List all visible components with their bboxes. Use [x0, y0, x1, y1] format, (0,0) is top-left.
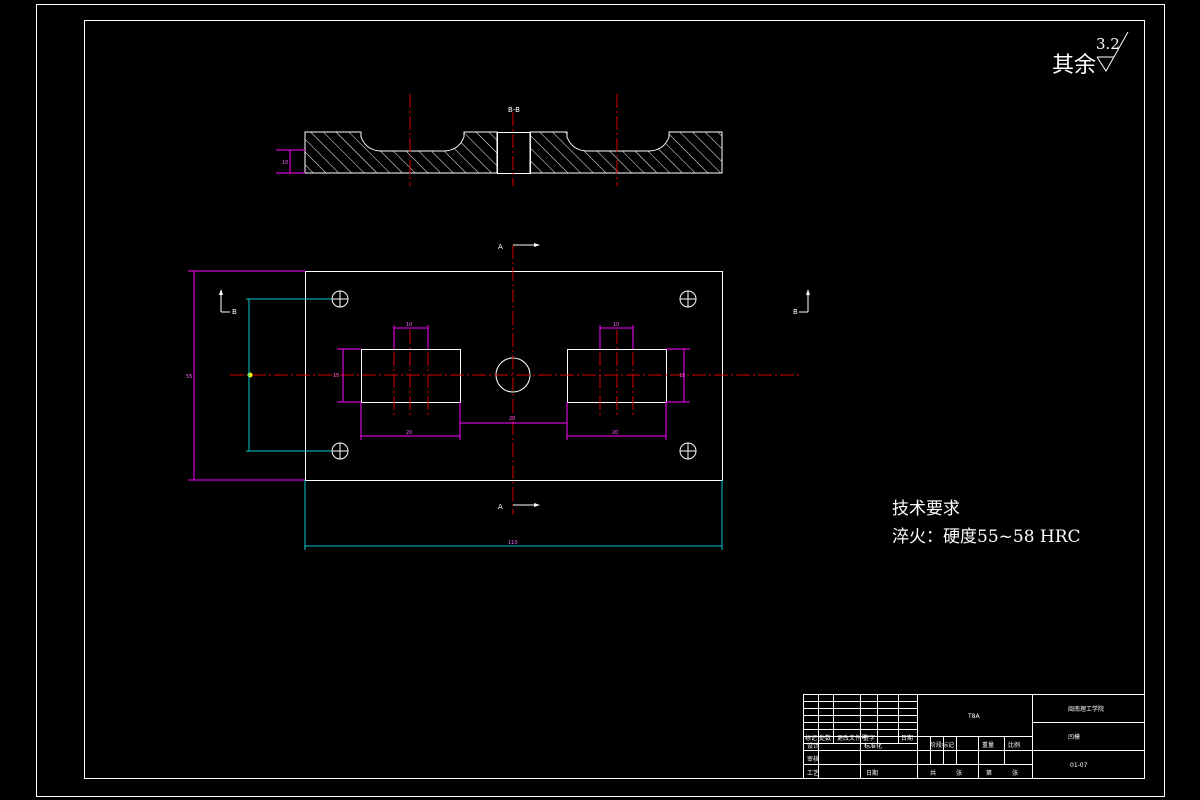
svg-text:B: B [232, 308, 237, 316]
section-label: B-B [508, 106, 520, 114]
roughness-value: 3.2 [1096, 35, 1120, 53]
svg-text:重量: 重量 [982, 741, 994, 749]
svg-text:A: A [498, 503, 503, 511]
svg-text:A: A [498, 243, 503, 251]
dim-slot-height-left: 15 [333, 373, 339, 379]
svg-text:设计: 设计 [807, 742, 819, 750]
svg-text:张: 张 [956, 769, 962, 777]
slot-left [361, 349, 461, 403]
title-block: T8A 闽南理工学院 凹模 01-07 标记 处数 更改文件号 签字 日期 设计… [803, 694, 1145, 779]
tb-part-name: 凹模 [1068, 733, 1080, 741]
roughness-symbol: 其余 3.2 [1052, 31, 1129, 78]
svg-text:标准化: 标准化 [864, 742, 882, 750]
svg-text:共: 共 [930, 769, 936, 777]
die-plate-outline [305, 271, 723, 481]
svg-text:签字: 签字 [863, 734, 875, 742]
svg-text:B: B [793, 308, 798, 316]
tech-requirements: 技术要求 淬火：硬度55~58 HRC [892, 499, 1081, 547]
plan-view: A A B B 55 10 10 15 15 20 20 20 110 [186, 243, 810, 550]
dim-overall-length: 110 [508, 540, 518, 546]
svg-text:日期: 日期 [866, 769, 878, 777]
svg-text:第: 第 [986, 769, 992, 777]
cut-marker-b-left: B [219, 289, 237, 316]
svg-text:阶段标记: 阶段标记 [930, 741, 954, 749]
screw-hole-tr [679, 290, 697, 308]
dim-slot-height-right: 15 [679, 373, 685, 379]
dim-slot-width-right: 10 [613, 322, 619, 328]
svg-text:日期: 日期 [901, 734, 913, 742]
screw-hole-bl [331, 442, 349, 460]
cut-marker-a-top: A [498, 243, 540, 251]
dim-overall-height: 55 [186, 374, 192, 380]
tb-drawing-no: 01-07 [1070, 762, 1088, 769]
cut-marker-b-right: B [793, 289, 810, 316]
svg-text:工艺: 工艺 [807, 769, 819, 777]
section-view-bb: B-B 10 [276, 94, 723, 186]
svg-text:处数: 处数 [819, 734, 831, 742]
drawing-canvas: 其余 3.2 B-B 10 A A B B 55 10 10 15 15 20 … [36, 4, 1165, 797]
dim-slot-length-right: 20 [612, 430, 618, 436]
svg-text:比例: 比例 [1008, 741, 1020, 749]
tb-material: T8A [967, 713, 980, 720]
screw-hole-tl [331, 290, 349, 308]
screw-hole-br [679, 442, 697, 460]
dim-center-spacing: 20 [509, 416, 515, 422]
tech-req-title: 技术要求 [892, 499, 960, 519]
svg-text:标记: 标记 [805, 734, 817, 742]
dim-slot-length-left: 20 [406, 430, 412, 436]
svg-text:审核: 审核 [807, 755, 819, 763]
tb-school: 闽南理工学院 [1068, 705, 1104, 713]
cut-marker-a-bottom: A [498, 503, 540, 511]
dim-slot-width-left: 10 [406, 322, 412, 328]
roughness-prefix: 其余 [1052, 53, 1096, 78]
tech-req-line1: 淬火：硬度55~58 HRC [892, 527, 1081, 547]
dim-section-thickness: 10 [282, 160, 288, 166]
drawing-frame [84, 20, 1145, 779]
svg-text:张: 张 [1012, 769, 1018, 777]
